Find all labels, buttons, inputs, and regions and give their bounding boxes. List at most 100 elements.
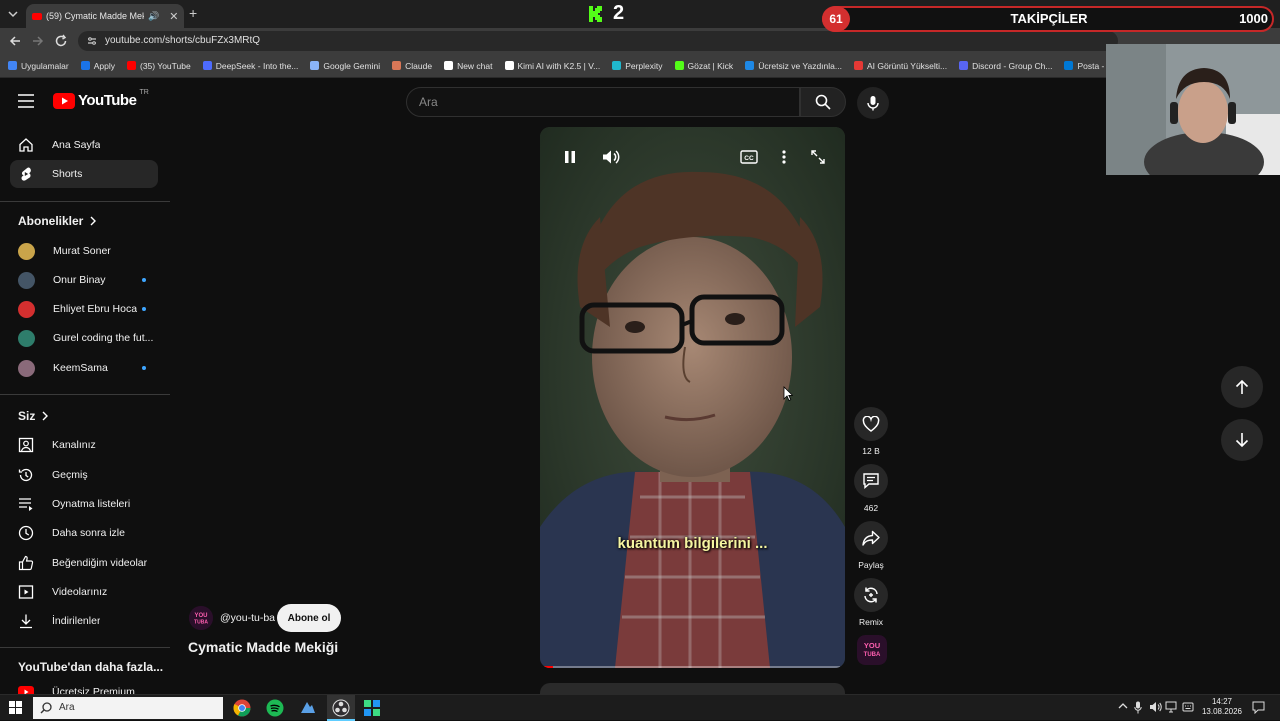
fullscreen-button[interactable] bbox=[808, 147, 828, 167]
bookmark-0[interactable]: Uygulamalar bbox=[8, 61, 69, 71]
previous-short-button[interactable] bbox=[1221, 366, 1263, 408]
bookmark-10[interactable]: Ücretsiz ve Yazdınla... bbox=[745, 61, 842, 71]
windows-start-icon[interactable] bbox=[9, 701, 22, 714]
remix-button[interactable] bbox=[854, 578, 888, 612]
sidebar-item-your-channel[interactable]: Kanalınız bbox=[10, 431, 158, 459]
comment-count: 462 bbox=[863, 503, 879, 513]
notifications-icon[interactable] bbox=[1252, 701, 1265, 714]
language-icon[interactable] bbox=[1182, 701, 1194, 713]
youtube-logo[interactable]: YouTube TR bbox=[53, 89, 149, 109]
sidebar-item-subscription[interactable]: Ehliyet Ebru Hoca bbox=[10, 295, 158, 323]
follower-goal-target: 1000 bbox=[1239, 11, 1268, 26]
follower-goal-bar: 61 TAKİPÇİLER 1000 bbox=[822, 6, 1274, 32]
taskbar-clock[interactable]: 14:27 13.08.2026 bbox=[1199, 697, 1245, 717]
app-icon[interactable] bbox=[299, 699, 317, 717]
bookmark-favicon-icon bbox=[853, 61, 863, 70]
video-progress-fill bbox=[544, 666, 553, 668]
bookmark-1[interactable]: Apply bbox=[80, 61, 115, 71]
subscriptions-header[interactable]: Abonelikler bbox=[18, 214, 97, 228]
sidebar-item-shorts[interactable]: Shorts bbox=[10, 160, 158, 188]
youtube-logo-text: YouTube bbox=[78, 92, 137, 109]
bookmark-3[interactable]: DeepSeek - Into the... bbox=[202, 61, 298, 71]
youtube-favicon-icon bbox=[32, 12, 42, 20]
volume-button[interactable] bbox=[600, 147, 622, 167]
download-icon bbox=[18, 613, 34, 629]
video-progress-track[interactable] bbox=[544, 666, 840, 668]
search-button[interactable] bbox=[800, 87, 846, 117]
sidebar-item-subscription[interactable]: KeemSama bbox=[10, 354, 158, 382]
spotify-app-icon[interactable] bbox=[266, 699, 284, 717]
chevron-right-icon bbox=[41, 411, 49, 421]
bookmark-6[interactable]: New chat bbox=[444, 61, 493, 71]
volume-icon[interactable] bbox=[1149, 701, 1162, 713]
video-caption: kuantum bilgilerini ... bbox=[617, 535, 768, 552]
site-info-icon[interactable] bbox=[87, 36, 97, 46]
obs-app-icon[interactable] bbox=[327, 695, 355, 721]
thumbs-up-icon bbox=[18, 555, 34, 571]
youtube-masthead: YouTube TR Ara bbox=[0, 78, 1280, 124]
expand-icon bbox=[811, 150, 825, 164]
bookmark-9[interactable]: Gözat | Kick bbox=[674, 61, 733, 71]
bookmark-4[interactable]: Google Gemini bbox=[310, 61, 380, 71]
svg-text:YOU: YOU bbox=[864, 641, 880, 650]
svg-text:CC: CC bbox=[744, 155, 754, 162]
you-header[interactable]: Siz bbox=[18, 409, 49, 423]
tab-list-chevron-icon[interactable] bbox=[6, 7, 20, 21]
bookmark-11[interactable]: AI Görüntü Yükselti... bbox=[853, 61, 947, 71]
sidebar-item-home[interactable]: Ana Sayfa bbox=[10, 131, 158, 159]
short-video-player[interactable]: CC kuantum bilgilerini ... bbox=[540, 127, 845, 668]
forward-icon[interactable] bbox=[31, 34, 45, 48]
back-icon[interactable] bbox=[8, 34, 22, 48]
more-options-button[interactable] bbox=[774, 147, 794, 167]
browser-tab-active[interactable]: (59) Cymatic Madde Mekiği 🔊 ✕ bbox=[26, 4, 184, 28]
bookmark-7[interactable]: Kimi AI with K2.5 | V... bbox=[504, 61, 600, 71]
sidebar-item-downloads[interactable]: İndirilenler bbox=[10, 607, 158, 635]
home-icon bbox=[18, 137, 34, 153]
sidebar-item-playlists[interactable]: Oynatma listeleri bbox=[10, 490, 158, 518]
network-icon[interactable] bbox=[1165, 701, 1177, 713]
bookmark-8[interactable]: Perplexity bbox=[612, 61, 663, 71]
tab-close-icon[interactable]: ✕ bbox=[169, 10, 178, 23]
capcut-app-icon[interactable] bbox=[363, 699, 381, 717]
short-title[interactable]: Cymatic Madde Mekiği bbox=[188, 639, 338, 655]
discord-favicon-icon bbox=[959, 61, 969, 70]
address-bar[interactable]: youtube.com/shorts/cbuFZx3MRtQ bbox=[78, 31, 1118, 51]
sidebar-item-subscription[interactable]: Onur Binay bbox=[10, 266, 158, 294]
taskbar-search-input[interactable]: Ara bbox=[33, 697, 223, 719]
search-input[interactable]: Ara bbox=[406, 87, 800, 117]
captions-button[interactable]: CC bbox=[738, 147, 760, 167]
sidebar-item-history[interactable]: Geçmiş bbox=[10, 461, 158, 489]
new-tab-icon[interactable]: + bbox=[189, 5, 197, 21]
sound-channel-avatar[interactable]: YOU TUBA bbox=[857, 635, 887, 665]
channel-handle[interactable]: @you-tu-ba bbox=[220, 612, 275, 624]
bookmark-5[interactable]: Claude bbox=[392, 61, 432, 71]
watch-later-icon bbox=[18, 525, 34, 541]
sidebar-item-premium[interactable]: Ücretsiz Premium bbox=[10, 678, 158, 694]
subscribe-button[interactable]: Abone ol bbox=[277, 604, 341, 632]
reload-icon[interactable] bbox=[54, 34, 68, 48]
tray-chevron-up-icon[interactable] bbox=[1118, 702, 1128, 710]
more-vertical-icon bbox=[782, 150, 786, 164]
bookmark-2[interactable]: (35) YouTube bbox=[126, 61, 191, 71]
bookmark-12[interactable]: Discord - Group Ch... bbox=[959, 61, 1052, 71]
pause-button[interactable] bbox=[560, 147, 580, 167]
voice-search-button[interactable] bbox=[857, 87, 889, 119]
sidebar-item-watch-later[interactable]: Daha sonra izle bbox=[10, 519, 158, 547]
country-code: TR bbox=[139, 89, 149, 96]
pause-icon bbox=[565, 151, 575, 163]
microphone-icon[interactable] bbox=[1134, 701, 1142, 714]
sidebar-item-subscription[interactable]: Gurel coding the fut... bbox=[10, 324, 158, 352]
share-button[interactable] bbox=[854, 521, 888, 555]
chrome-app-icon[interactable] bbox=[233, 699, 251, 717]
comments-button[interactable] bbox=[854, 464, 888, 498]
sidebar-item-your-videos[interactable]: Videolarınız bbox=[10, 578, 158, 606]
tab-audio-icon[interactable]: 🔊 bbox=[148, 11, 159, 22]
channel-avatar[interactable]: YOU TUBA bbox=[189, 606, 213, 630]
sidebar-item-subscription[interactable]: Murat Soner bbox=[10, 237, 158, 265]
sidebar-item-liked-videos[interactable]: Beğendiğim videolar bbox=[10, 549, 158, 577]
search-icon bbox=[40, 702, 52, 714]
more-from-youtube-header: YouTube'dan daha fazla... bbox=[18, 660, 164, 674]
next-short-button[interactable] bbox=[1221, 419, 1263, 461]
like-button[interactable] bbox=[854, 407, 888, 441]
guide-menu-icon[interactable] bbox=[18, 94, 34, 108]
